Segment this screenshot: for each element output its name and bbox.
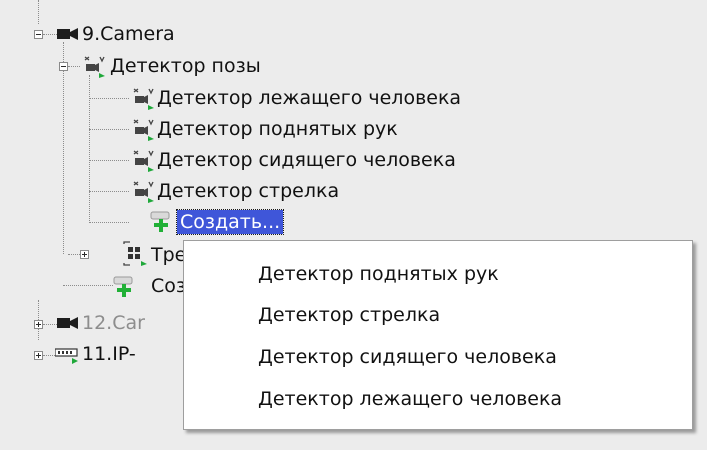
menu-item-shooter-detector[interactable]: Детектор стрелка bbox=[258, 303, 440, 327]
create-add-icon bbox=[113, 276, 133, 297]
collapse-toggle-pose-detector[interactable] bbox=[59, 62, 68, 71]
pose-detector-icon bbox=[133, 119, 154, 141]
tree-node-create-selected[interactable]: Создать... bbox=[175, 209, 285, 235]
pose-detector-icon bbox=[133, 181, 154, 203]
tree-node-label[interactable]: Тре bbox=[151, 243, 186, 267]
tree-node-label[interactable]: 9.Camera bbox=[82, 22, 175, 46]
menu-item-sitting-person-detector[interactable]: Детектор сидящего человека bbox=[258, 345, 557, 369]
tree-node-label[interactable]: Детектор сидящего человека bbox=[157, 148, 456, 172]
tree-connector bbox=[89, 98, 129, 99]
tree-connector bbox=[68, 254, 80, 255]
tree-node-label[interactable]: Детектор позы bbox=[110, 54, 261, 78]
camera-icon bbox=[57, 28, 78, 40]
camera-icon bbox=[57, 317, 78, 329]
tree-node-label[interactable]: 12.Car bbox=[82, 311, 145, 335]
context-menu: Детектор поднятых рук Детектор стрелка Д… bbox=[183, 240, 693, 430]
tree-node-label[interactable]: Детектор лежащего человека bbox=[157, 86, 461, 110]
menu-item-lying-person-detector[interactable]: Детектор лежащего человека bbox=[258, 387, 562, 411]
tree-node-label[interactable]: Детектор стрелка bbox=[157, 179, 339, 203]
pose-detector-icon bbox=[133, 150, 154, 172]
tree-connector bbox=[63, 42, 64, 254]
expand-toggle-ip-device[interactable] bbox=[34, 351, 43, 360]
expand-toggle-tracker[interactable] bbox=[80, 250, 89, 259]
tree-connector bbox=[38, 0, 39, 24]
object-tree-panel: 9.Camera Детектор позы Детектор лежащего… bbox=[0, 0, 707, 450]
tree-connector bbox=[89, 160, 129, 161]
tree-connector bbox=[89, 129, 129, 130]
tree-connector bbox=[68, 66, 80, 67]
tree-node-label[interactable]: Детектор поднятых рук bbox=[157, 117, 398, 141]
tree-node-label[interactable]: 11.IP- bbox=[82, 342, 136, 366]
expand-toggle-camera12[interactable] bbox=[34, 320, 43, 329]
create-add-icon bbox=[150, 211, 170, 232]
collapse-toggle-camera9[interactable] bbox=[34, 30, 43, 39]
pose-detector-icon bbox=[133, 88, 154, 110]
ip-device-icon bbox=[55, 348, 78, 364]
tree-connector bbox=[89, 75, 90, 221]
tree-connector bbox=[63, 285, 113, 286]
tree-connector bbox=[89, 191, 129, 192]
tree-node-label[interactable]: Соз bbox=[151, 274, 186, 298]
tracker-icon bbox=[123, 241, 147, 266]
menu-item-raised-hands-detector[interactable]: Детектор поднятых рук bbox=[258, 262, 499, 286]
tree-connector bbox=[89, 222, 129, 223]
pose-detector-icon bbox=[84, 56, 105, 78]
